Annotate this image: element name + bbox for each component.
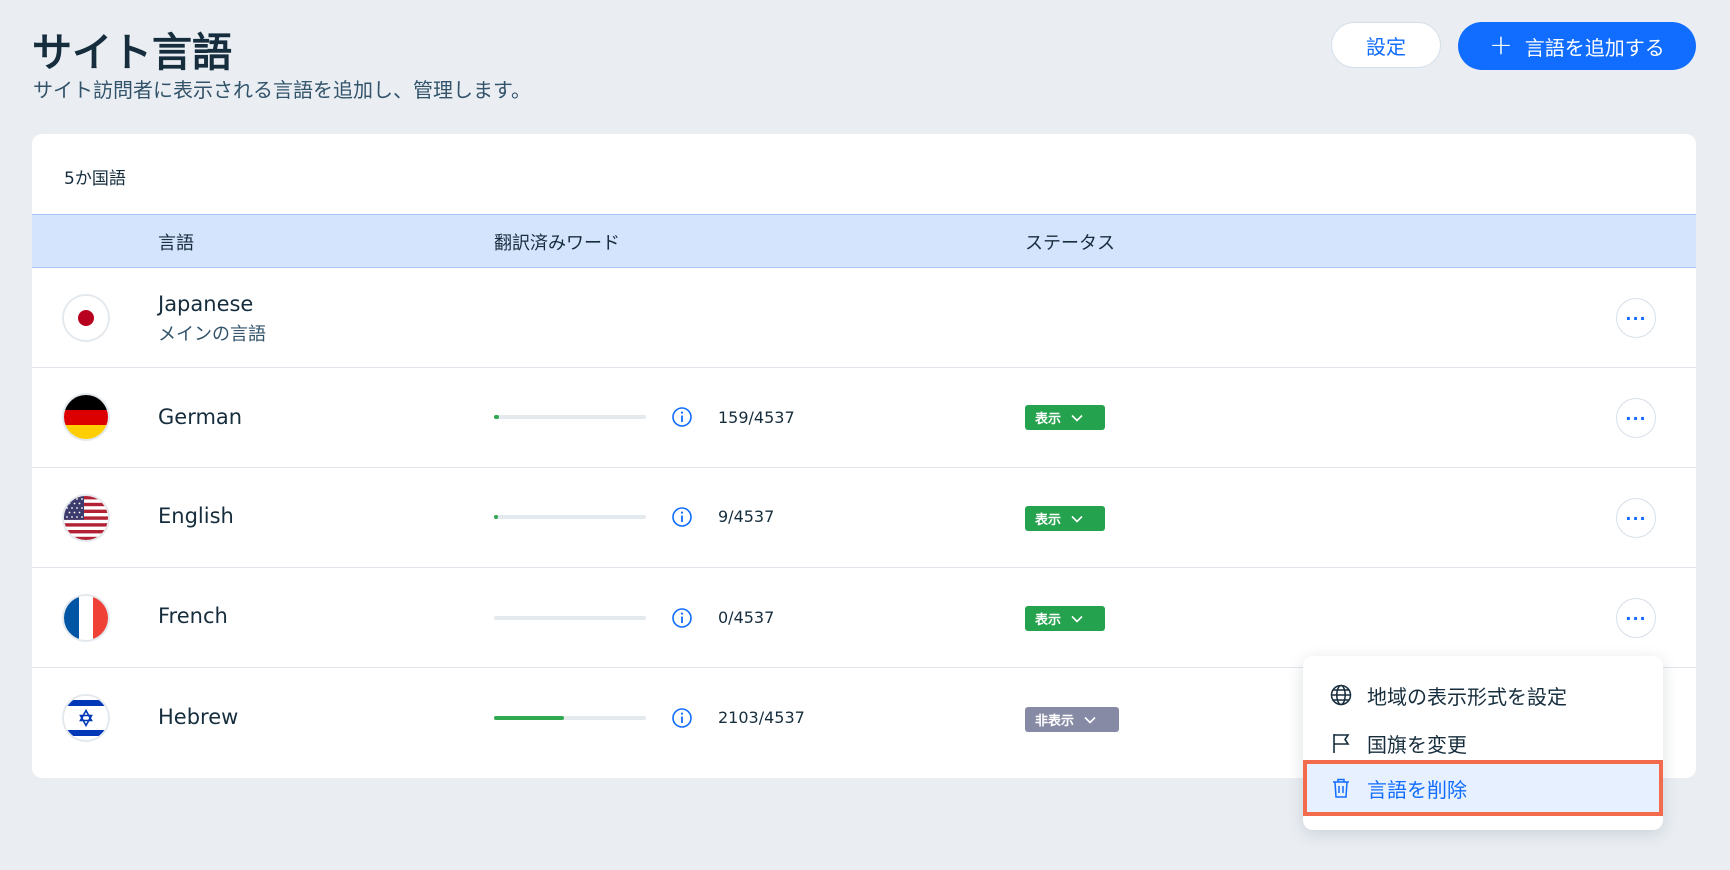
menu-item-label: 地域の表示形式を設定 bbox=[1367, 684, 1567, 709]
status-label: 表示 bbox=[1035, 412, 1062, 427]
info-icon[interactable] bbox=[671, 406, 693, 428]
status-label: 表示 bbox=[1035, 513, 1062, 528]
jp-flag-icon bbox=[64, 296, 108, 340]
menu-pointer bbox=[1626, 644, 1650, 656]
status-label: 非表示 bbox=[1035, 714, 1075, 729]
translation-progress bbox=[494, 515, 646, 519]
progress-fill bbox=[494, 716, 565, 720]
language-actions-menu: 地域の表示形式を設定 国旗を変更 言語を削除 bbox=[1303, 656, 1663, 830]
table-row-french: French 0/4537 表示 ... bbox=[32, 568, 1696, 668]
info-icon[interactable] bbox=[671, 607, 693, 629]
language-name: German bbox=[158, 405, 243, 429]
more-icon: ... bbox=[1625, 605, 1647, 624]
column-header-translated-words: 翻訳済みワード bbox=[494, 233, 620, 254]
column-header-language: 言語 bbox=[158, 233, 194, 254]
page-title: サイト言語 bbox=[32, 30, 232, 76]
add-language-button[interactable]: + 言語を追加する bbox=[1458, 22, 1696, 70]
status-dropdown[interactable]: 非表示 bbox=[1025, 707, 1119, 732]
more-icon: ... bbox=[1625, 405, 1647, 424]
chevron-down-icon bbox=[1084, 716, 1096, 724]
chevron-down-icon bbox=[1071, 515, 1083, 523]
translation-progress bbox=[494, 716, 646, 720]
table-row-german: German 159/4537 表示 ... bbox=[32, 368, 1696, 468]
more-actions-button[interactable]: ... bbox=[1616, 498, 1656, 538]
plus-icon: + bbox=[1489, 28, 1513, 61]
fr-flag-icon bbox=[64, 596, 108, 640]
trash-icon bbox=[1333, 778, 1349, 798]
settings-button[interactable]: 設定 bbox=[1331, 22, 1441, 68]
table-header: 言語 翻訳済みワード ステータス bbox=[32, 214, 1696, 268]
language-name: French bbox=[158, 604, 228, 628]
status-dropdown[interactable]: 表示 bbox=[1025, 405, 1105, 430]
menu-item-label: 国旗を変更 bbox=[1367, 732, 1467, 757]
progress-fill bbox=[494, 515, 498, 519]
info-icon[interactable] bbox=[671, 506, 693, 528]
status-dropdown[interactable]: 表示 bbox=[1025, 506, 1105, 531]
flag-icon bbox=[1333, 734, 1350, 753]
chevron-down-icon bbox=[1071, 615, 1083, 623]
translation-progress bbox=[494, 415, 646, 419]
status-label: 表示 bbox=[1035, 613, 1062, 628]
add-language-label: 言語を追加する bbox=[1524, 35, 1665, 60]
menu-item-label: 言語を削除 bbox=[1367, 777, 1467, 802]
page-subtitle: サイト訪問者に表示される言語を追加し、管理します。 bbox=[33, 78, 531, 102]
progress-fill bbox=[494, 415, 500, 419]
language-name: English bbox=[158, 504, 234, 528]
column-header-status: ステータス bbox=[1025, 233, 1115, 254]
il-flag-icon bbox=[64, 696, 108, 740]
language-subtitle: メインの言語 bbox=[158, 324, 266, 345]
more-icon: ... bbox=[1625, 505, 1647, 524]
word-count: 2103/4537 bbox=[718, 708, 805, 727]
us-flag-icon bbox=[64, 496, 108, 540]
language-name: Japanese bbox=[158, 292, 254, 316]
language-count: 5か国語 bbox=[64, 169, 126, 189]
word-count: 0/4537 bbox=[718, 608, 775, 627]
table-row-japanese: Japanese メインの言語 ... bbox=[32, 268, 1696, 368]
more-actions-button-active[interactable]: ... bbox=[1616, 598, 1656, 638]
word-count: 159/4537 bbox=[718, 408, 795, 427]
chevron-down-icon bbox=[1071, 414, 1083, 422]
word-count: 9/4537 bbox=[718, 507, 775, 526]
de-flag-icon bbox=[64, 395, 108, 439]
menu-item-delete-language[interactable]: 言語を削除 bbox=[1303, 760, 1663, 816]
more-actions-button[interactable]: ... bbox=[1616, 298, 1656, 338]
language-name: Hebrew bbox=[158, 705, 239, 729]
more-icon: ... bbox=[1625, 305, 1647, 324]
globe-icon bbox=[1330, 684, 1352, 706]
info-icon[interactable] bbox=[671, 707, 693, 729]
table-row-english: English 9/4537 表示 ... bbox=[32, 468, 1696, 568]
menu-item-set-region-format[interactable]: 地域の表示形式を設定 bbox=[1303, 672, 1663, 718]
status-dropdown[interactable]: 表示 bbox=[1025, 606, 1105, 631]
translation-progress bbox=[494, 616, 646, 620]
more-actions-button[interactable]: ... bbox=[1616, 398, 1656, 438]
